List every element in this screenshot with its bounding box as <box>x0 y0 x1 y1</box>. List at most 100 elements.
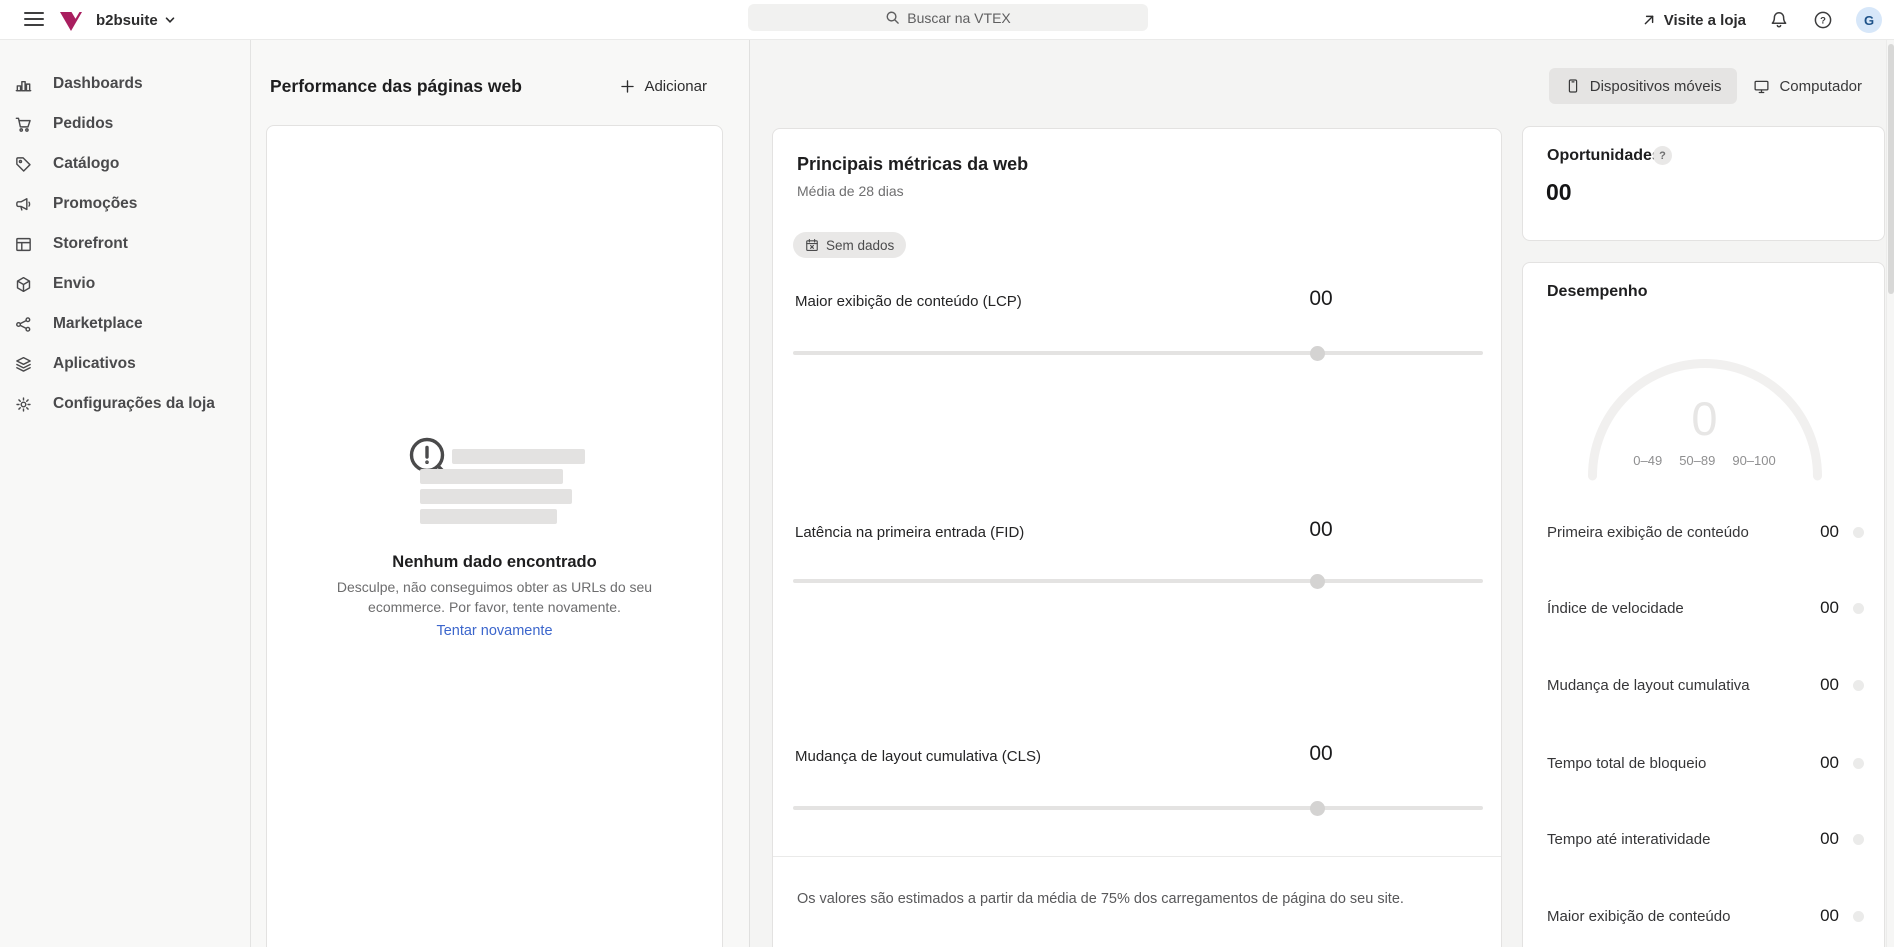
perf-row-fcp: Primeira exibição de conteúdo 00 <box>1547 520 1864 544</box>
help-button[interactable]: ? <box>1812 9 1834 31</box>
notifications-button[interactable] <box>1768 9 1790 31</box>
tag-icon <box>16 156 31 172</box>
toggle-desktop-label: Computador <box>1779 77 1862 95</box>
metric-value-cls: 00 <box>1309 742 1333 765</box>
metric-label-cls: Mudança de layout cumulativa (CLS) <box>795 748 1041 765</box>
sidebar-item-label: Dashboards <box>53 75 143 92</box>
visit-store-label: Visite a loja <box>1663 11 1746 29</box>
perf-value: 00 <box>1820 598 1839 617</box>
perf-value: 00 <box>1820 522 1839 541</box>
status-dot-icon <box>1853 526 1864 538</box>
add-page-label: Adicionar <box>644 77 707 95</box>
toggle-mobile-label: Dispositivos móveis <box>1589 77 1722 95</box>
search-icon <box>886 11 900 24</box>
topbar-actions: Visite a loja ? G <box>1641 0 1882 40</box>
metric-slider-fid <box>793 573 1483 589</box>
toggle-mobile-devices[interactable]: Dispositivos móveis <box>1548 68 1738 104</box>
sidebar: Dashboards Pedidos Catálogo Promoções St… <box>0 40 251 947</box>
account-switcher[interactable]: b2bsuite <box>96 0 176 40</box>
slider-handle[interactable] <box>1310 345 1326 361</box>
sidebar-item-promocoes[interactable]: Promoções <box>0 184 250 224</box>
sidebar-item-dashboards[interactable]: Dashboards <box>0 64 250 104</box>
perf-label: Mudança de layout cumulativa <box>1547 676 1750 694</box>
plus-icon <box>621 79 635 93</box>
metric-slider-cls <box>793 800 1483 816</box>
add-page-button[interactable]: Adicionar <box>619 78 707 95</box>
pages-empty-card: Nenhum dado encontrado Desculpe, não con… <box>266 125 723 947</box>
sidebar-item-envio[interactable]: Envio <box>0 264 250 304</box>
empty-state-title: Nenhum dado encontrado <box>392 553 597 571</box>
gear-icon <box>16 396 31 412</box>
sidebar-item-label: Envio <box>53 275 96 292</box>
perf-row-tbt: Tempo total de bloqueio 00 <box>1547 751 1864 775</box>
topbar: b2bsuite Buscar na VTEX Visite a loja ? … <box>0 0 1894 40</box>
perf-value: 00 <box>1820 906 1839 925</box>
status-dot-icon <box>1853 602 1864 614</box>
skeleton-bar <box>420 489 572 504</box>
sidebar-item-marketplace[interactable]: Marketplace <box>0 304 250 344</box>
legend-range-low: 0–49 <box>1633 453 1663 468</box>
sidebar-item-catalogo[interactable]: Catálogo <box>0 144 250 184</box>
no-data-badge: Sem dados <box>793 232 907 258</box>
pages-panel-header: Performance das páginas web Adicionar <box>270 66 707 106</box>
metric-label-lcp: Maior exibição de conteúdo (LCP) <box>795 293 1022 310</box>
empty-state-description: Desculpe, não conseguimos obter as URLs … <box>336 579 653 615</box>
metric-value-lcp: 00 <box>1309 287 1333 310</box>
main-content: Dispositivos móveis Computador Principai… <box>750 40 1886 947</box>
storefront-icon <box>16 237 31 251</box>
skeleton-bar <box>420 509 557 524</box>
vtex-logo-icon[interactable] <box>58 7 84 33</box>
legend-range-mid: 50–89 <box>1679 453 1716 468</box>
retry-link[interactable]: Tentar novamente <box>267 623 722 639</box>
skeleton-bar <box>452 449 585 464</box>
scrollbar-thumb[interactable] <box>1888 44 1894 294</box>
share-icon <box>16 316 31 332</box>
sidebar-item-pedidos[interactable]: Pedidos <box>0 104 250 144</box>
scrollbar-track[interactable] <box>1886 40 1894 947</box>
card-divider <box>773 856 1501 857</box>
search-input[interactable]: Buscar na VTEX <box>748 4 1148 31</box>
help-icon: ? <box>1814 11 1832 29</box>
bar-chart-icon <box>15 80 32 91</box>
visit-store-link[interactable]: Visite a loja <box>1641 12 1746 29</box>
web-vitals-subtitle: Média de 28 dias <box>797 183 904 199</box>
perf-row-cls: Mudança de layout cumulativa 00 <box>1547 673 1864 697</box>
sidebar-item-aplicativos[interactable]: Aplicativos <box>0 344 250 384</box>
device-toggle: Dispositivos móveis Computador <box>1548 68 1878 104</box>
svg-text:?: ? <box>1820 15 1826 26</box>
sidebar-item-label: Marketplace <box>53 315 143 332</box>
pages-panel-title: Performance das páginas web <box>270 75 522 96</box>
no-data-label: Sem dados <box>826 237 895 253</box>
sidebar-item-label: Pedidos <box>53 115 114 132</box>
perf-row-lcp: Maior exibição de conteúdo 00 <box>1547 904 1864 928</box>
package-icon <box>16 276 31 292</box>
perf-value: 00 <box>1820 753 1839 772</box>
perf-row-speed-index: Índice de velocidade 00 <box>1547 596 1864 620</box>
sidebar-item-label: Catálogo <box>53 155 120 172</box>
bell-icon <box>1771 12 1787 28</box>
legend-range-high: 90–100 <box>1732 453 1776 468</box>
metric-slider-lcp <box>793 345 1483 361</box>
help-badge-icon[interactable]: ? <box>1653 146 1672 165</box>
status-dot-icon <box>1853 833 1864 845</box>
sidebar-item-storefront[interactable]: Storefront <box>0 224 250 264</box>
toggle-desktop[interactable]: Computador <box>1737 68 1878 104</box>
status-dot-icon <box>1853 679 1864 691</box>
external-link-icon <box>1644 15 1654 25</box>
perf-label: Maior exibição de conteúdo <box>1547 907 1731 925</box>
slider-handle[interactable] <box>1310 800 1326 816</box>
sidebar-item-label: Promoções <box>53 195 138 212</box>
opportunities-card: Oportunidades ? 00 <box>1522 126 1885 241</box>
chevron-down-icon <box>165 17 174 23</box>
megaphone-icon <box>16 197 31 211</box>
perf-row-tti: Tempo até interatividade 00 <box>1547 827 1864 851</box>
cart-icon <box>15 117 31 132</box>
perf-value: 00 <box>1820 829 1839 848</box>
web-vitals-footnote: Os valores são estimados a partir da méd… <box>797 891 1404 907</box>
empty-state-illustration <box>405 433 605 533</box>
avatar-initial: G <box>1863 12 1875 28</box>
menu-icon[interactable] <box>24 8 46 30</box>
sidebar-item-configuracoes[interactable]: Configurações da loja <box>0 384 250 424</box>
slider-handle[interactable] <box>1310 573 1326 589</box>
avatar[interactable]: G <box>1856 7 1882 33</box>
